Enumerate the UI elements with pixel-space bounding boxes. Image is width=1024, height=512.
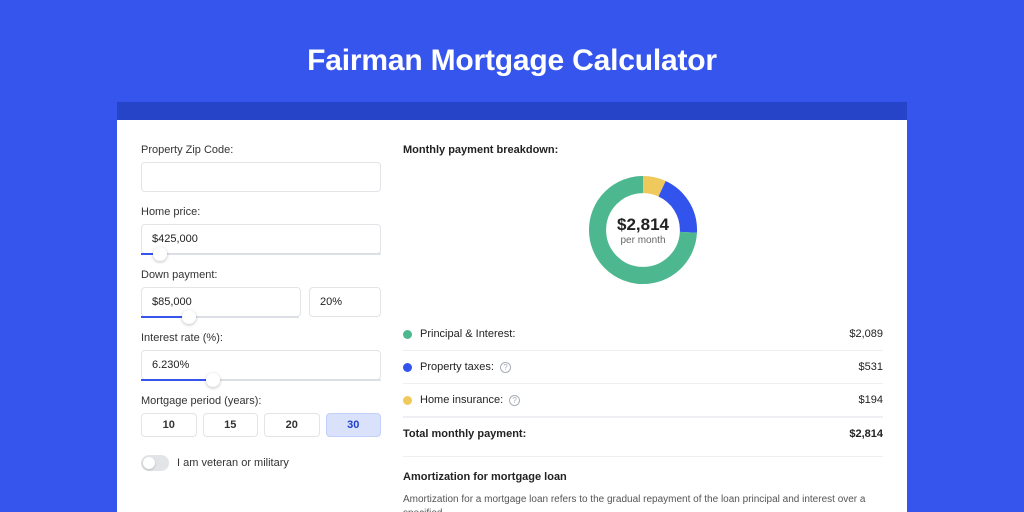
- total-amount: $2,814: [849, 428, 883, 440]
- interest-rate-slider-fill: [141, 379, 213, 381]
- period-options: 10 15 20 30: [141, 413, 381, 437]
- legend-label-taxes: Property taxes:: [420, 361, 494, 373]
- total-label: Total monthly payment:: [403, 428, 526, 440]
- period-option-20[interactable]: 20: [264, 413, 320, 437]
- home-price-label: Home price:: [141, 206, 381, 218]
- period-label: Mortgage period (years):: [141, 395, 381, 407]
- calculator-card: Property Zip Code: Home price: Down paym…: [117, 120, 907, 512]
- legend-bullet-insurance: [403, 396, 412, 405]
- interest-rate-label: Interest rate (%):: [141, 332, 381, 344]
- amortization-section: Amortization for mortgage loan Amortizat…: [403, 456, 883, 512]
- down-payment-slider-thumb[interactable]: [182, 310, 196, 324]
- interest-rate-slider[interactable]: [141, 379, 381, 381]
- legend-label-principal: Principal & Interest:: [420, 328, 515, 340]
- interest-rate-slider-thumb[interactable]: [206, 373, 220, 387]
- donut-center: $2,814 per month: [583, 170, 703, 290]
- period-option-15[interactable]: 15: [203, 413, 259, 437]
- donut-chart: $2,814 per month: [403, 170, 883, 290]
- home-price-slider[interactable]: [141, 253, 381, 255]
- amortization-heading: Amortization for mortgage loan: [403, 471, 883, 483]
- header-band: [117, 102, 907, 120]
- legend-amount-insurance: $194: [859, 394, 883, 406]
- home-price-slider-thumb[interactable]: [153, 247, 167, 261]
- down-payment-pct-input[interactable]: [309, 287, 381, 317]
- period-option-10[interactable]: 10: [141, 413, 197, 437]
- legend-bullet-taxes: [403, 363, 412, 372]
- help-icon[interactable]: ?: [509, 395, 520, 406]
- breakdown-heading: Monthly payment breakdown:: [403, 144, 883, 156]
- interest-rate-field: Interest rate (%):: [141, 332, 381, 381]
- legend-label-insurance: Home insurance:: [420, 394, 503, 406]
- donut-sub: per month: [620, 235, 665, 246]
- interest-rate-input[interactable]: [141, 350, 381, 380]
- legend-row-insurance: Home insurance: ? $194: [403, 384, 883, 417]
- home-price-field: Home price:: [141, 206, 381, 255]
- legend-amount-principal: $2,089: [849, 328, 883, 340]
- veteran-row: I am veteran or military: [141, 455, 381, 471]
- amortization-body: Amortization for a mortgage loan refers …: [403, 493, 883, 512]
- down-payment-input[interactable]: [141, 287, 301, 317]
- legend: Principal & Interest: $2,089 Property ta…: [403, 318, 883, 454]
- legend-row-taxes: Property taxes: ? $531: [403, 351, 883, 384]
- zip-label: Property Zip Code:: [141, 144, 381, 156]
- form-panel: Property Zip Code: Home price: Down paym…: [141, 144, 381, 512]
- donut-value: $2,814: [617, 215, 669, 235]
- period-field: Mortgage period (years): 10 15 20 30: [141, 395, 381, 437]
- down-payment-label: Down payment:: [141, 269, 381, 281]
- legend-row-principal: Principal & Interest: $2,089: [403, 318, 883, 351]
- home-price-input[interactable]: [141, 224, 381, 254]
- help-icon[interactable]: ?: [500, 362, 511, 373]
- legend-amount-taxes: $531: [859, 361, 883, 373]
- legend-row-total: Total monthly payment: $2,814: [403, 417, 883, 454]
- legend-bullet-principal: [403, 330, 412, 339]
- down-payment-slider[interactable]: [141, 316, 299, 318]
- zip-field: Property Zip Code:: [141, 144, 381, 192]
- down-payment-field: Down payment:: [141, 269, 381, 318]
- veteran-label: I am veteran or military: [177, 457, 289, 469]
- breakdown-panel: Monthly payment breakdown: $2,814 per mo…: [403, 144, 883, 512]
- period-option-30[interactable]: 30: [326, 413, 382, 437]
- page-title: Fairman Mortgage Calculator: [0, 0, 1024, 102]
- zip-input[interactable]: [141, 162, 381, 192]
- veteran-toggle[interactable]: [141, 455, 169, 471]
